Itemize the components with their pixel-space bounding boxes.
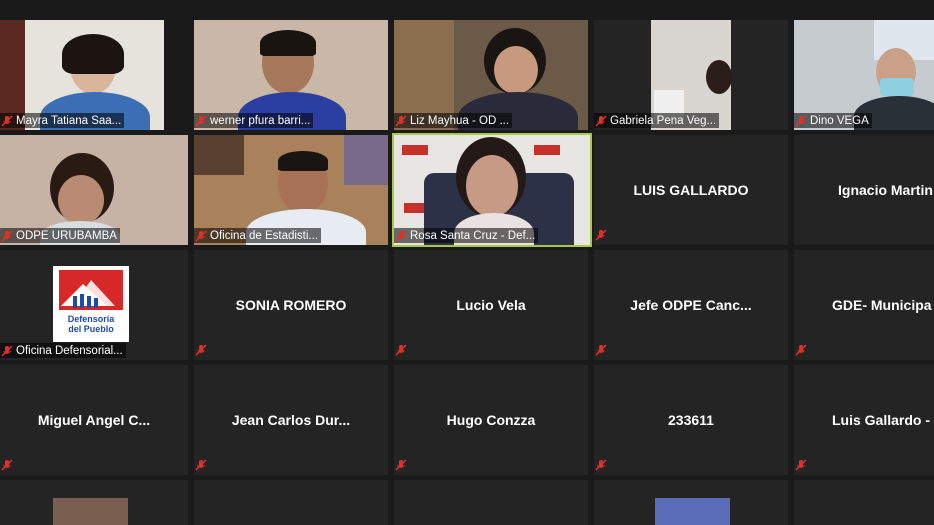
participant-name-label: Oficina de Estadisti... [194, 228, 322, 243]
muted-mic-icon [595, 114, 607, 127]
muted-mic-icon [795, 459, 807, 471]
muted-mic-icon [195, 229, 207, 242]
participant-name-label: ODPE URUBAMBA [0, 228, 120, 243]
muted-mic-icon [595, 459, 607, 471]
participant-tile[interactable]: 233611 [594, 365, 788, 475]
participant-tile[interactable]: Ignacio Martin [794, 135, 934, 245]
participant-avatar [655, 498, 730, 525]
muted-mic-icon [395, 229, 407, 242]
logo-line-1: Defensoría [67, 314, 115, 324]
muted-mic-icon [395, 344, 407, 356]
muted-mic-icon [195, 344, 207, 356]
participant-name: Miguel Angel C... [37, 412, 151, 428]
participant-tile[interactable] [594, 480, 788, 525]
participant-tile[interactable]: Miguel Angel C... [0, 365, 188, 475]
participant-name: Luis Gallardo - [832, 412, 931, 428]
participant-name: Gabriela Pena Veg... [610, 114, 717, 127]
participant-name: Liz Mayhua - OD ... [410, 114, 510, 127]
muted-mic-icon [595, 344, 607, 356]
participant-name: Ignacio Martin [838, 182, 933, 198]
participant-name: Lucio Vela [456, 297, 526, 313]
participant-tile[interactable] [0, 480, 188, 525]
muted-mic-icon [1, 114, 13, 127]
participant-name: Dino VEGA [810, 114, 869, 127]
muted-mic-icon [795, 114, 807, 127]
participant-tile[interactable]: SONIA ROMERO [194, 250, 388, 360]
participant-name-label: Dino VEGA [794, 113, 872, 128]
participant-name: GDE- Municipa [832, 297, 932, 313]
participant-name-label: Gabriela Pena Veg... [594, 113, 720, 128]
participant-name: Rosa Santa Cruz - Def... [410, 229, 536, 242]
muted-mic-icon [395, 459, 407, 471]
participant-name: Mayra Tatiana Saa... [16, 114, 122, 127]
participant-name: Hugo Conzza [446, 412, 536, 428]
participant-name: Oficina de Estadisti... [210, 229, 319, 242]
participant-tile[interactable]: Lucio Vela [394, 250, 588, 360]
logo-line-2: del Pueblo [68, 324, 114, 334]
muted-mic-icon [795, 344, 807, 356]
participant-tile[interactable]: Gabriela Pena Veg... [594, 20, 788, 130]
participant-name-label: Rosa Santa Cruz - Def... [394, 228, 539, 243]
participant-name: Oficina Defensorial... [16, 344, 123, 357]
participant-tile[interactable]: Dino VEGA [794, 20, 934, 130]
participant-tile[interactable]: Defensoría del Pueblo Oficina Defensoria… [0, 250, 188, 360]
participant-tile[interactable]: LUIS GALLARDO [594, 135, 788, 245]
participant-name: SONIA ROMERO [235, 297, 347, 313]
participant-tile[interactable]: ODPE URUBAMBA [0, 135, 188, 245]
participant-tile[interactable]: werner pfura barri... [194, 20, 388, 130]
muted-mic-icon [1, 344, 13, 357]
participant-tile[interactable]: Luis Gallardo - [794, 365, 934, 475]
participant-tile[interactable]: GDE- Municipa [794, 250, 934, 360]
muted-mic-icon [1, 229, 13, 242]
participant-thumbnail [53, 498, 128, 525]
participant-tile[interactable] [194, 480, 388, 525]
participant-tile-active-speaker[interactable]: Rosa Santa Cruz - Def... [392, 133, 592, 247]
participant-tile[interactable]: Jean Carlos Dur... [194, 365, 388, 475]
participant-tile[interactable]: Hugo Conzza [394, 365, 588, 475]
participant-tile[interactable] [794, 480, 934, 525]
participant-tile[interactable]: Liz Mayhua - OD ... [394, 20, 588, 130]
participant-tile[interactable] [394, 480, 588, 525]
participant-name-label: werner pfura barri... [194, 113, 314, 128]
muted-mic-icon [1, 459, 13, 471]
muted-mic-icon [195, 459, 207, 471]
participant-name-label: Oficina Defensorial... [0, 343, 126, 358]
participant-name-label: Mayra Tatiana Saa... [0, 113, 125, 128]
participant-name: Jean Carlos Dur... [231, 412, 351, 428]
participant-name: ODPE URUBAMBA [16, 229, 117, 242]
muted-mic-icon [195, 114, 207, 127]
participant-name-label: Liz Mayhua - OD ... [394, 113, 513, 128]
muted-mic-icon [595, 229, 607, 241]
participant-tile[interactable]: Oficina de Estadisti... [194, 135, 388, 245]
defensoria-logo: Defensoría del Pueblo [53, 266, 129, 342]
participant-tile[interactable]: Mayra Tatiana Saa... [0, 20, 164, 130]
gallery-view: Mayra Tatiana Saa... werner pfura barri.… [0, 0, 934, 525]
participant-name: werner pfura barri... [210, 114, 311, 127]
muted-mic-icon [395, 114, 407, 127]
participant-tile[interactable]: Jefe ODPE Canc... [594, 250, 788, 360]
participant-name: LUIS GALLARDO [633, 182, 749, 198]
participant-name: 233611 [668, 412, 714, 428]
participant-name: Jefe ODPE Canc... [630, 297, 752, 313]
